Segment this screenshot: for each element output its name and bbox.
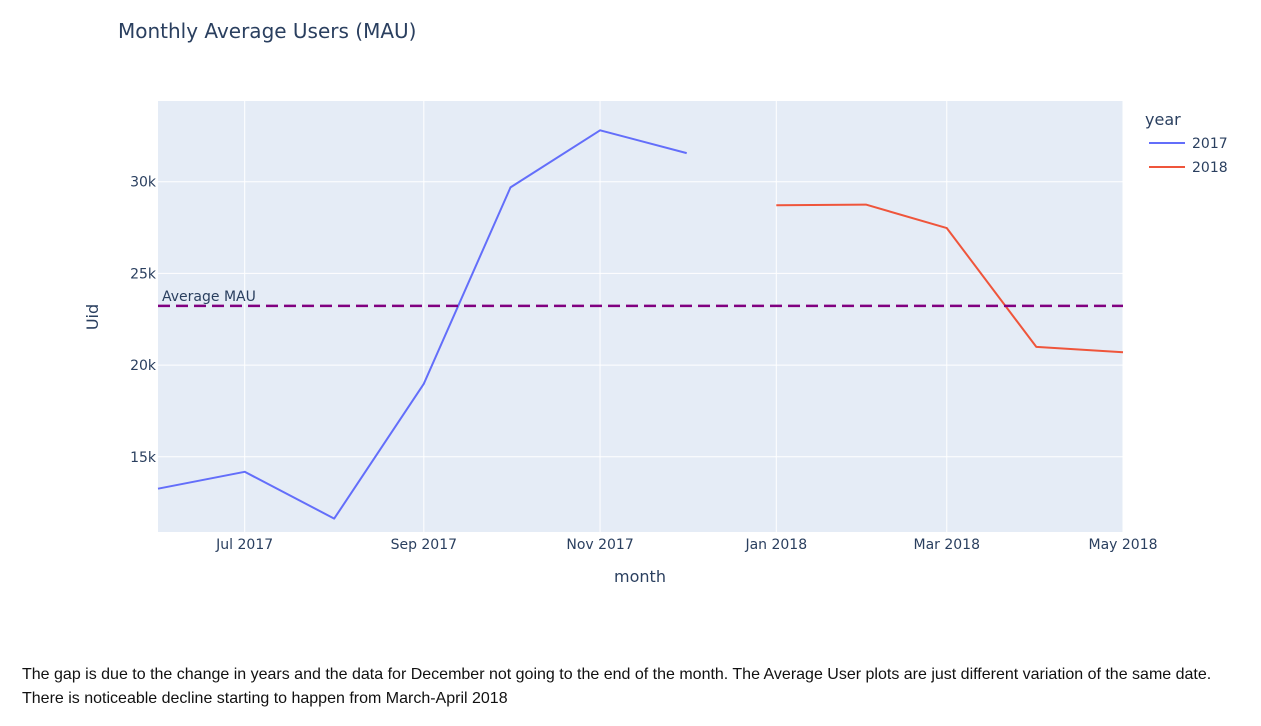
average-mau-label: Average MAU — [162, 289, 256, 305]
y-tick-label: 25k — [130, 266, 157, 282]
chart: Monthly Average Users (MAU) Average MAU … — [83, 19, 1228, 586]
legend: year 2017 2018 — [1145, 110, 1228, 176]
legend-label-2018: 2018 — [1192, 160, 1228, 176]
legend-title: year — [1145, 110, 1181, 129]
caption-text: The gap is due to the change in years an… — [22, 666, 1212, 707]
legend-label-2017: 2017 — [1192, 136, 1228, 152]
x-tick-label: Mar 2018 — [914, 537, 981, 553]
y-tick-label: 15k — [130, 450, 157, 466]
y-tick-label: 20k — [130, 358, 157, 374]
x-tick-label: Jul 2017 — [215, 537, 273, 553]
x-tick-labels: Jul 2017 Sep 2017 Nov 2017 Jan 2018 Mar 2018… — [215, 537, 1157, 553]
y-tick-label: 30k — [130, 175, 157, 191]
chart-title: Monthly Average Users (MAU) — [118, 19, 416, 43]
x-tick-label: May 2018 — [1088, 537, 1157, 553]
x-tick-label: Jan 2018 — [744, 537, 807, 553]
plot-area — [158, 101, 1123, 532]
y-tick-labels: 15k 20k 25k 30k — [130, 175, 157, 466]
y-axis-title: Uid — [83, 304, 102, 330]
x-tick-label: Sep 2017 — [391, 537, 457, 553]
x-axis-title: month — [614, 567, 666, 586]
x-tick-label: Nov 2017 — [566, 537, 633, 553]
